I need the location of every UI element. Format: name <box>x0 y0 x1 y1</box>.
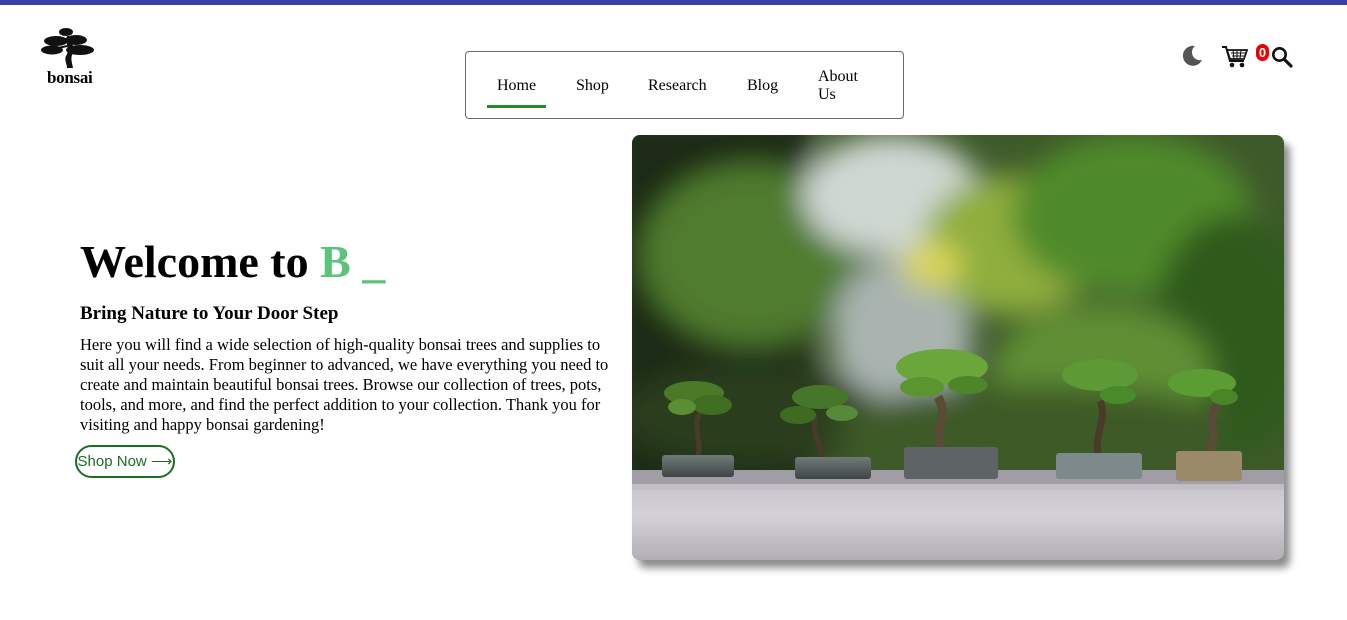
bonsai-tree-icon <box>41 28 94 68</box>
shop-now-button[interactable]: Shop Now ⟶ <box>75 445 175 478</box>
hero-title-accent: B _ <box>320 236 386 287</box>
bonsai-logo[interactable]: bonsai <box>40 26 100 88</box>
cart-count-badge: 0 <box>1256 44 1269 61</box>
moon-icon[interactable] <box>1180 44 1204 68</box>
nav-item-blog[interactable]: Blog <box>747 77 778 95</box>
hero-subtitle: Bring Nature to Your Door Step <box>80 303 339 324</box>
hero-title-prefix: Welcome to <box>80 236 321 287</box>
nav-item-home[interactable]: Home <box>486 77 547 108</box>
search-icon[interactable] <box>1271 46 1293 68</box>
hero-title: Welcome to B _ <box>80 234 385 290</box>
nav-item-research[interactable]: Research <box>648 77 707 95</box>
nav-item-about-us[interactable]: About Us <box>818 68 868 104</box>
hero-description: Here you will find a wide selection of h… <box>80 335 609 434</box>
nav-item-shop[interactable]: Shop <box>576 77 609 95</box>
hero-bonsai-image <box>632 135 1284 560</box>
main-nav: Home Shop Research Blog About Us <box>465 51 904 119</box>
logo-text: bonsai <box>47 68 93 87</box>
cart-icon[interactable] <box>1221 44 1249 70</box>
top-accent-bar <box>0 0 1347 5</box>
